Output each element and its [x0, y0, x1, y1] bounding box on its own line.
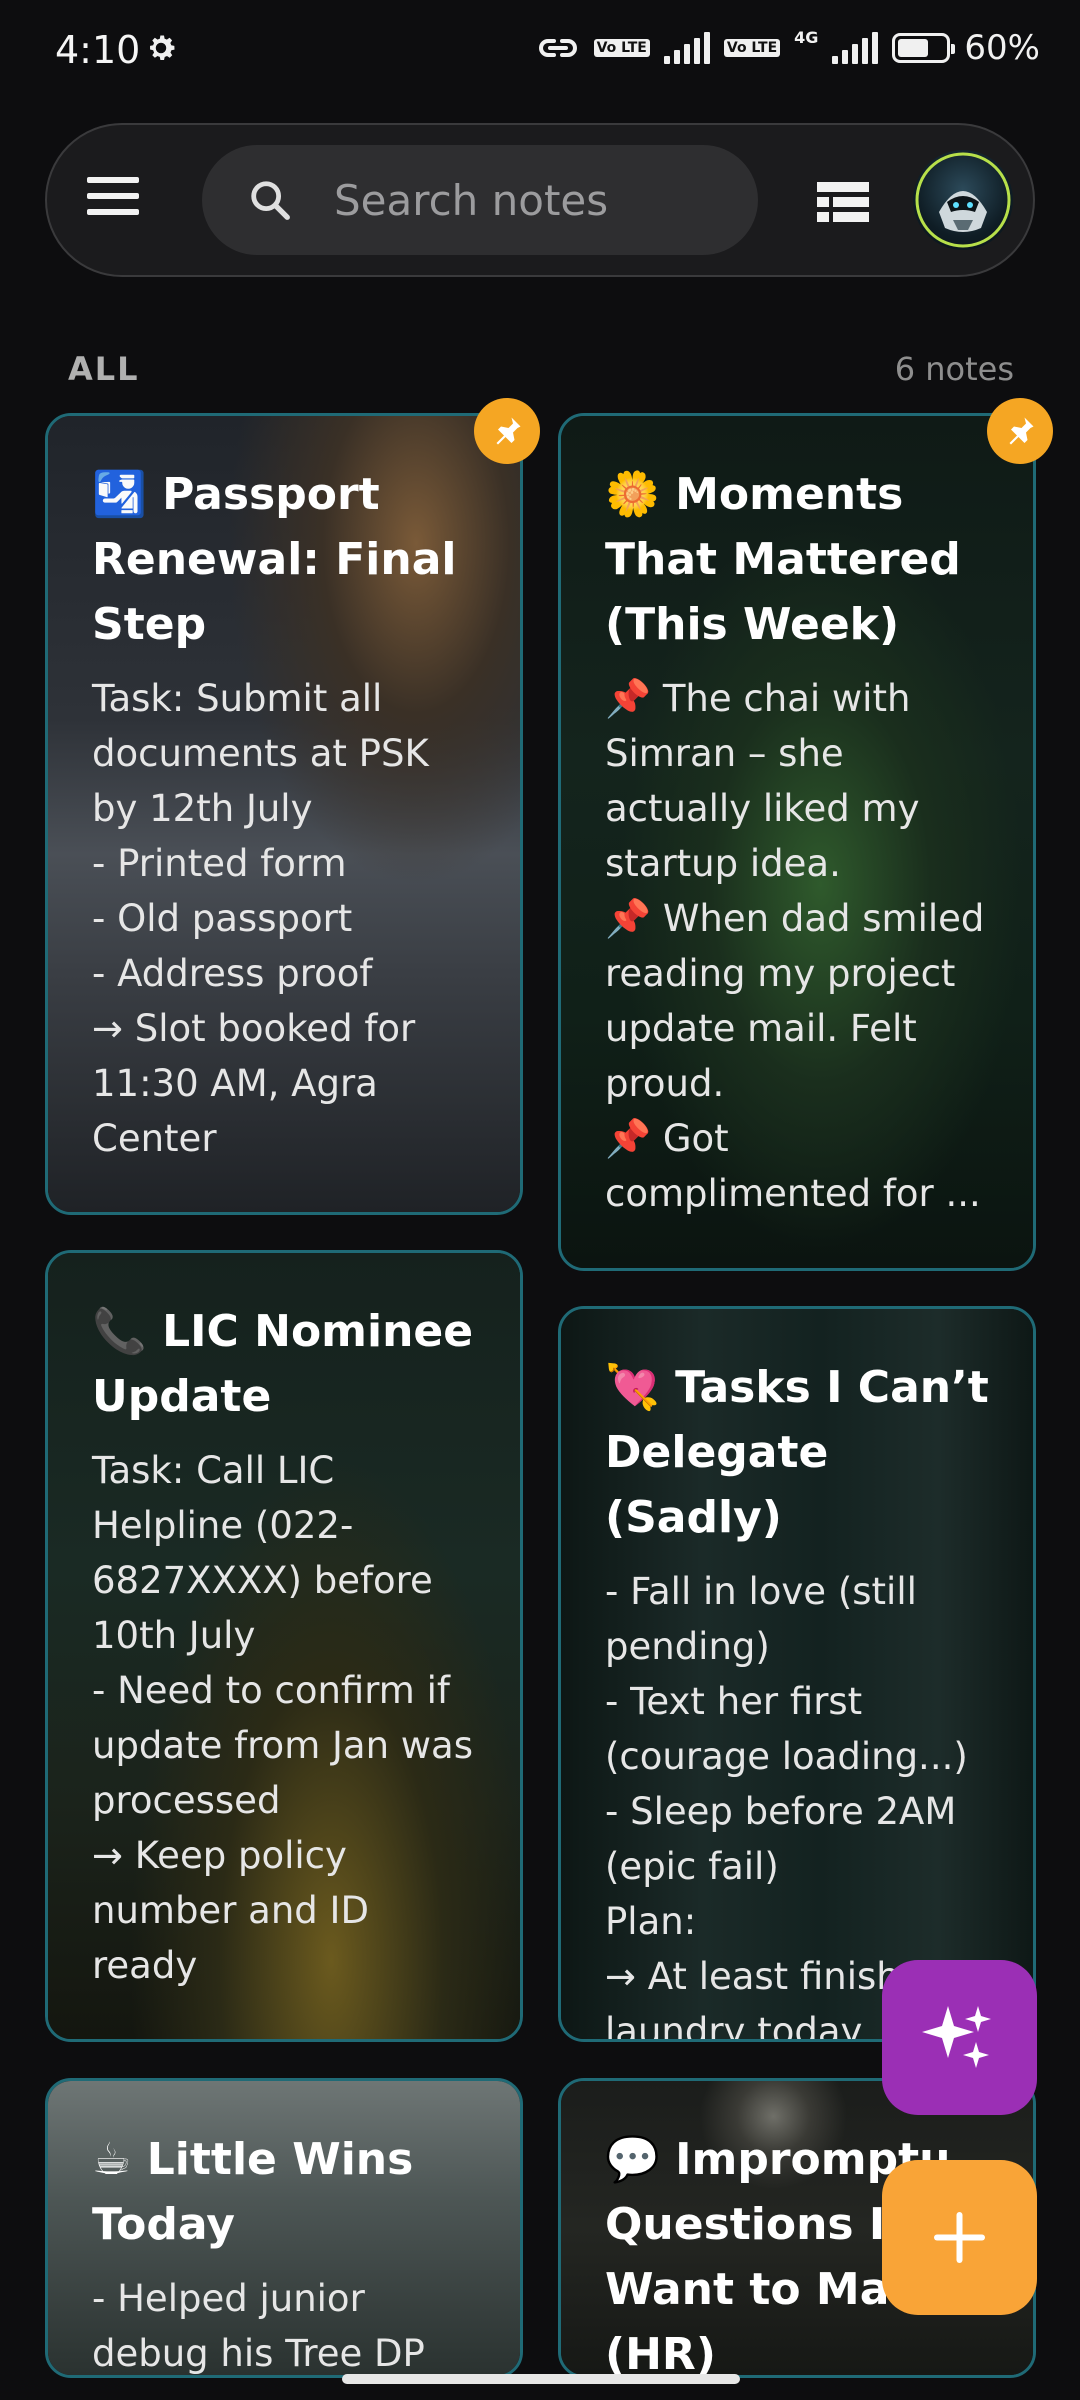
- sparkle-icon: [922, 2006, 991, 2068]
- battery-percentage: 60%: [964, 28, 1040, 68]
- notes-count: 6 notes: [894, 350, 1014, 388]
- note-card[interactable]: ☕ Little Wins Today - Helped junior debu…: [45, 2078, 523, 2378]
- status-bar: 4:10 Vo LTE Vo LTE 4G 60%: [0, 0, 1080, 100]
- avatar-robot-icon: [915, 152, 1011, 248]
- menu-icon[interactable]: [87, 177, 139, 217]
- list-view-icon[interactable]: [817, 182, 869, 222]
- note-title: 💘 Tasks I Can’t Delegate (Sadly): [605, 1362, 989, 1543]
- note-title: 📞 LIC Nominee Update: [92, 1306, 474, 1422]
- link-icon: [538, 39, 577, 57]
- note-title: 🌼 Moments That Mattered (This Week): [605, 469, 961, 650]
- sim1-volte-badge: Vo LTE: [593, 39, 650, 57]
- note-card[interactable]: 🌼 Moments That Mattered (This Week) 📌 Th…: [558, 413, 1036, 1271]
- profile-avatar[interactable]: [913, 150, 1013, 250]
- note-body: - Helped junior debug his Tree DP: [92, 2277, 425, 2375]
- note-body: 📌 The chai with Simran – she actually li…: [605, 677, 985, 1215]
- settings-gear-icon: [150, 35, 175, 60]
- note-title: ☕ Little Wins Today: [92, 2134, 414, 2250]
- search-input[interactable]: [332, 167, 736, 233]
- sim2-signal-icon: [832, 32, 879, 64]
- status-time: 4:10: [55, 28, 141, 72]
- search-box[interactable]: [202, 145, 758, 255]
- pin-icon: [1009, 417, 1034, 445]
- note-card[interactable]: 🛂 Passport Renewal: Final Step Task: Sub…: [45, 413, 523, 1215]
- note-body: Task: Call LIC Helpline (022-6827XXXX) b…: [92, 1449, 474, 1987]
- note-body: Task: Submit all documents at PSK by 12t…: [92, 677, 429, 1160]
- pin-badge: [987, 398, 1053, 464]
- sim2-volte-badge: Vo LTE: [723, 39, 781, 57]
- network-type: 4G: [794, 28, 819, 47]
- section-label: ALL: [68, 350, 140, 388]
- search-icon: [251, 181, 290, 220]
- pin-icon: [496, 417, 521, 445]
- note-card[interactable]: 💘 Tasks I Can’t Delegate (Sadly) - Fall …: [558, 1306, 1036, 2042]
- battery-icon: [892, 33, 956, 63]
- note-card[interactable]: 📞 LIC Nominee Update Task: Call LIC Help…: [45, 1250, 523, 2042]
- status-indicators: Vo LTE Vo LTE 4G 60%: [536, 28, 1040, 68]
- gesture-nav-bar[interactable]: [342, 2374, 740, 2384]
- add-note-button[interactable]: [882, 2160, 1037, 2315]
- pin-badge: [474, 398, 540, 464]
- search-toolbar: [45, 123, 1035, 277]
- ai-assist-button[interactable]: [882, 1960, 1037, 2115]
- plus-icon: [934, 2212, 985, 2263]
- sim1-signal-icon: [663, 32, 710, 64]
- note-title: 🛂 Passport Renewal: Final Step: [92, 469, 457, 650]
